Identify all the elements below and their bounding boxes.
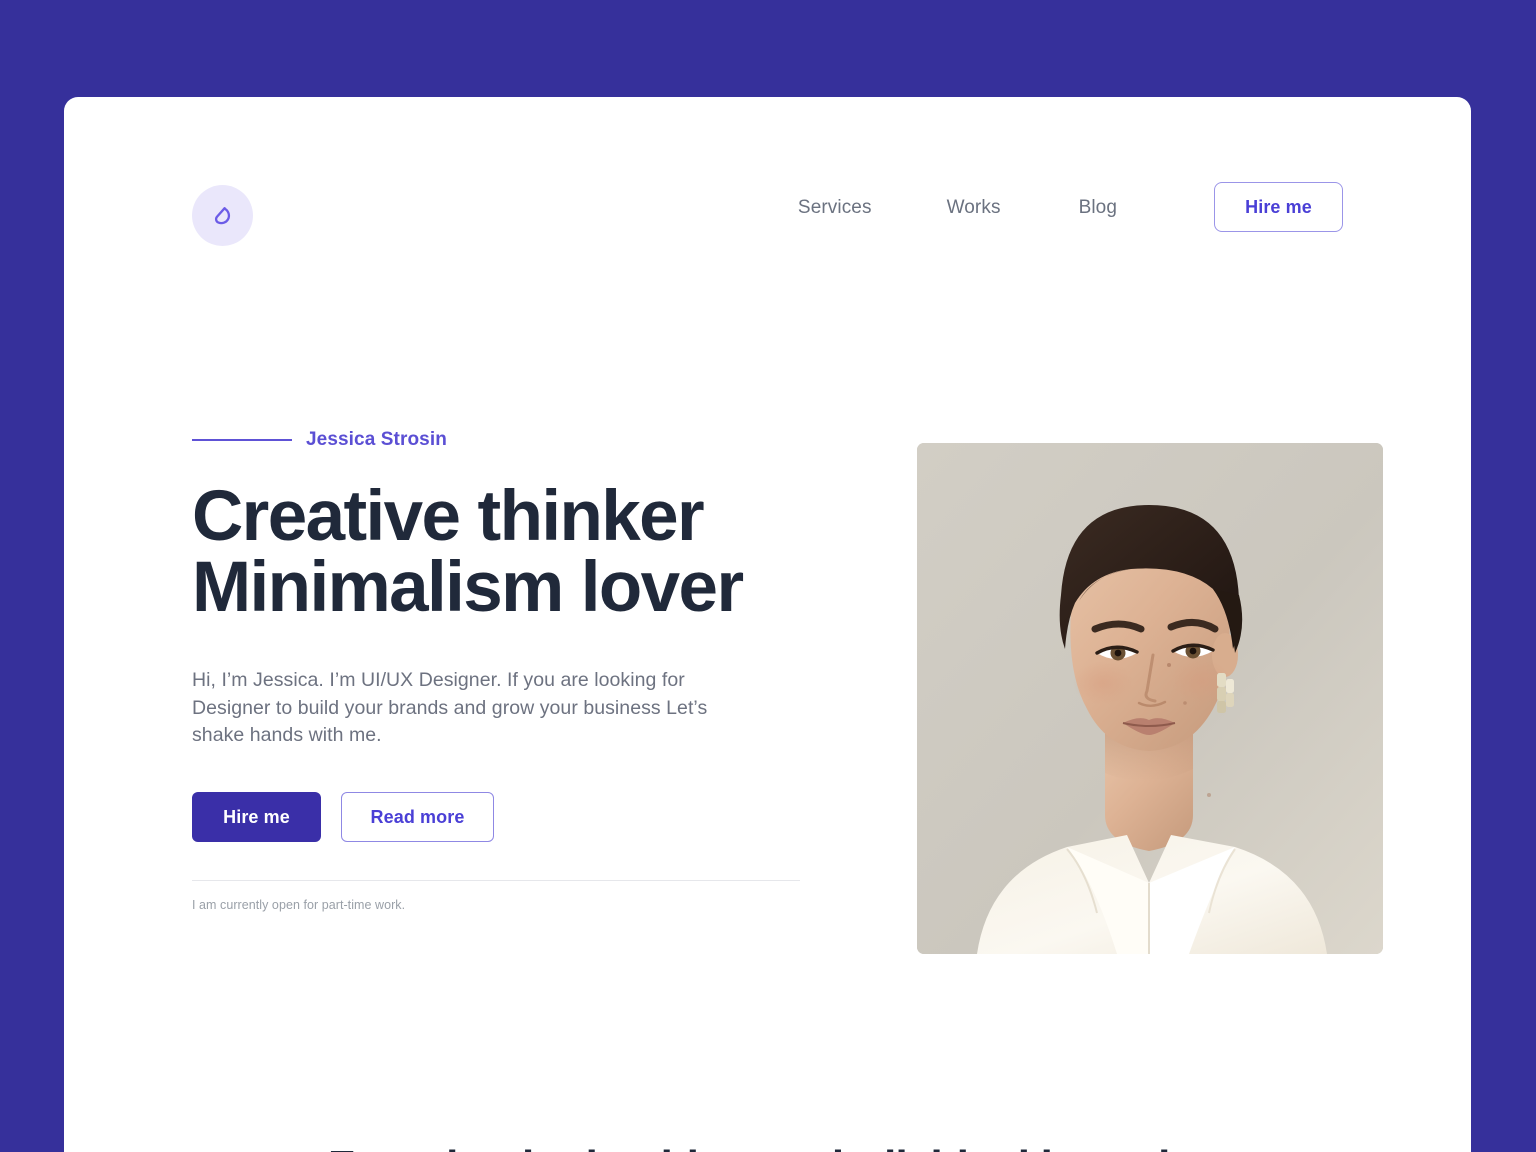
hero-copy: Jessica Strosin Creative thinker Minimal… (192, 429, 812, 925)
hero-title: Creative thinker Minimalism lover (192, 477, 744, 627)
hero-availability-status: I am currently open for part-time work. (192, 898, 406, 913)
site-card: Services Works Blog Hire me Jessica Stro… (64, 97, 1471, 1152)
hero-subtitle: Hi, I’m Jessica. I’m UI/UX Designer. If … (192, 669, 708, 747)
hero-section: Jessica Strosin Creative thinker Minimal… (64, 97, 1471, 1152)
hero-author-name: Jessica Strosin (306, 429, 447, 450)
eyebrow-rule-line (192, 439, 292, 441)
hero-hire-me-button[interactable]: Hire me (192, 792, 321, 843)
hero-portrait-photo (917, 443, 1383, 954)
next-section-title: From beginning ideas to individual integ… (64, 1142, 1471, 1152)
page-root: Services Works Blog Hire me Jessica Stro… (0, 0, 1536, 1152)
hero-actions: Hire me Read more (192, 792, 812, 843)
next-section: From beginning ideas to individual integ… (64, 1087, 1471, 1152)
hero-read-more-button[interactable]: Read more (341, 792, 494, 843)
hero-eyebrow: Jessica Strosin (192, 429, 812, 451)
hero-divider (192, 880, 800, 882)
